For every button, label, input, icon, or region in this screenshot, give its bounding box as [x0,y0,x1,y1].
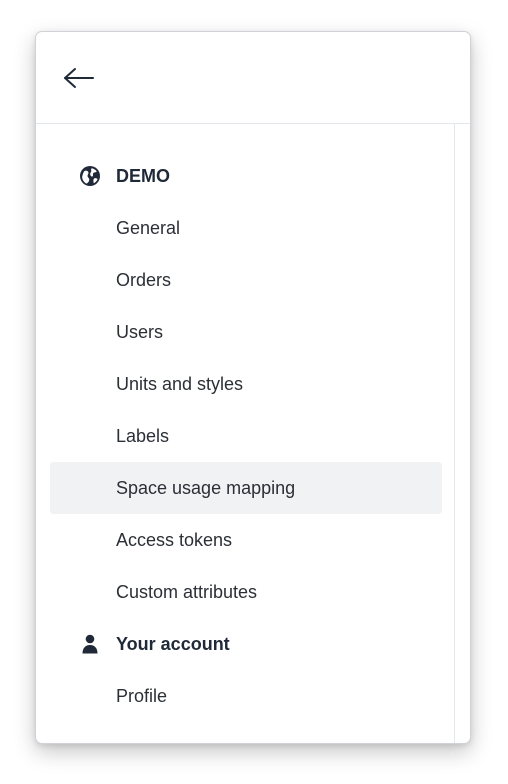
nav-item-access-tokens[interactable]: Access tokens [50,514,442,566]
settings-panel: DEMO General Orders Users Units and styl… [35,31,471,744]
back-button[interactable] [62,62,102,94]
globe-icon [79,165,101,187]
arrow-left-icon [64,68,94,88]
user-icon [79,633,101,655]
nav-item-labels[interactable]: Labels [50,410,442,462]
section-label-demo: DEMO [116,165,170,186]
nav-item-orders[interactable]: Orders [50,254,442,306]
nav-section-your-account: Your account [50,618,442,670]
nav-item-units-and-styles[interactable]: Units and styles [50,358,442,410]
nav-item-label: Space usage mapping [116,477,296,498]
nav-item-label: Units and styles [116,373,244,394]
nav-item-label: Profile [116,685,168,706]
nav-item-label: Labels [116,425,170,446]
nav-item-users[interactable]: Users [50,306,442,358]
section-label-your-account: Your account [116,633,230,654]
scrollbar-track[interactable] [454,124,455,743]
nav-item-general[interactable]: General [50,202,442,254]
nav-section-demo: DEMO [50,150,442,202]
nav-item-custom-attributes[interactable]: Custom attributes [50,566,442,618]
nav-item-label: General [116,217,181,238]
nav-item-label: Custom attributes [116,581,258,602]
nav-item-profile[interactable]: Profile [50,670,442,722]
nav-item-label: Users [116,321,164,342]
settings-nav: DEMO General Orders Users Units and styl… [50,150,442,722]
nav-item-label: Access tokens [116,529,233,550]
nav-item-space-usage-mapping[interactable]: Space usage mapping [50,462,442,514]
panel-header [36,32,470,124]
nav-item-label: Orders [116,269,172,290]
